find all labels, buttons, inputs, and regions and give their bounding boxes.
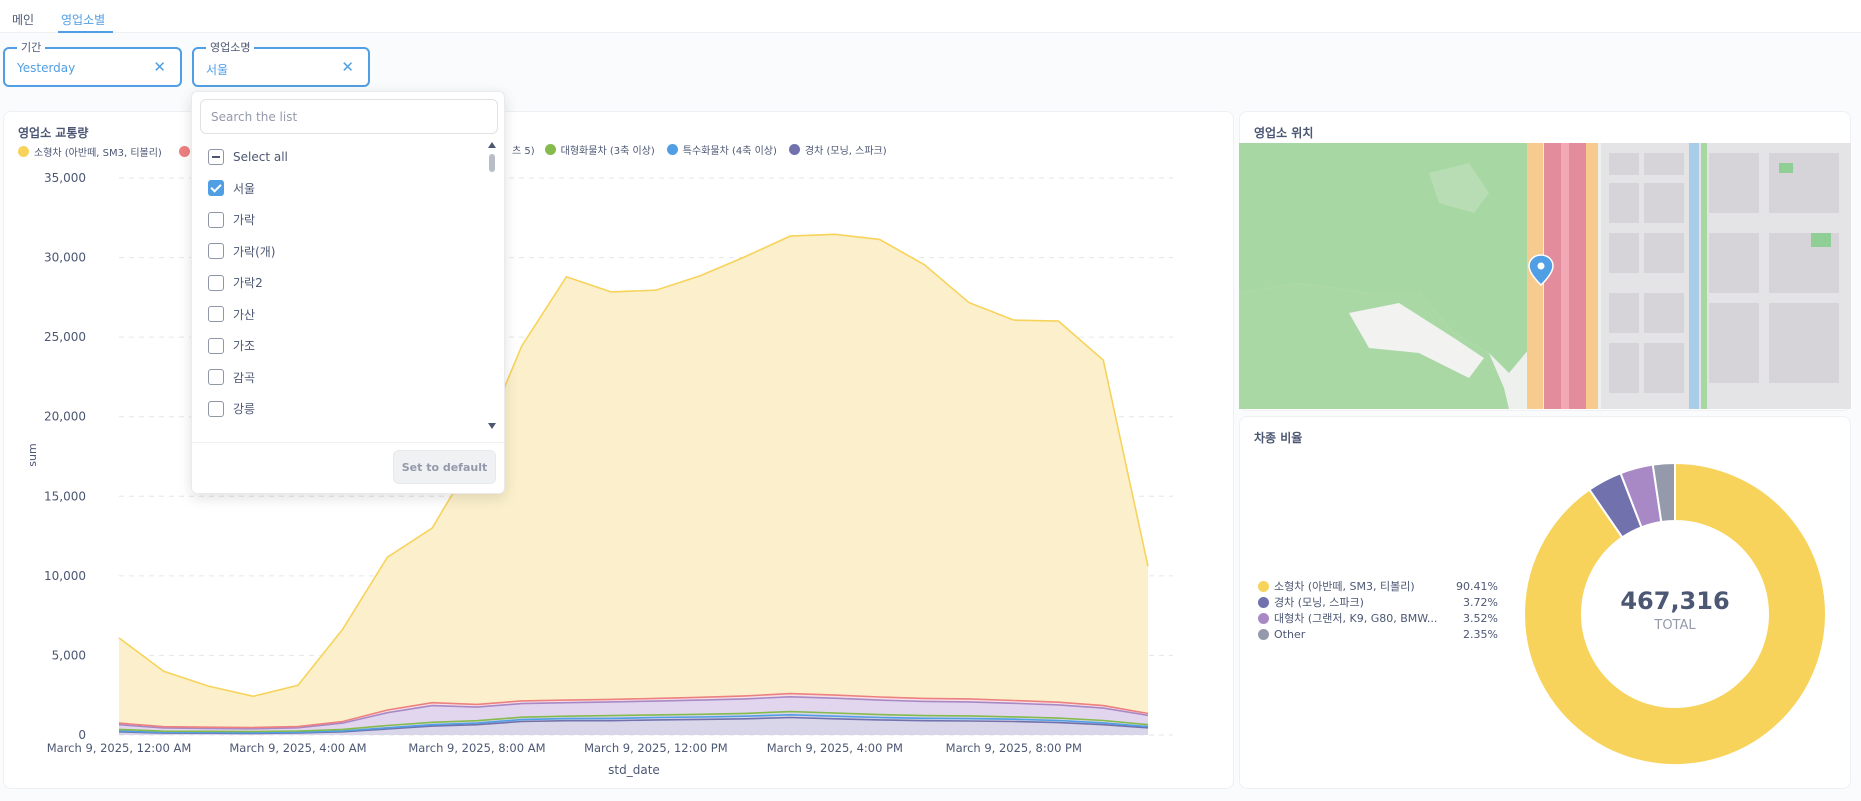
scroll-down-icon xyxy=(488,423,496,429)
search-input[interactable] xyxy=(200,99,498,134)
vehicle-ratio-title: 차종 비율 xyxy=(1254,431,1303,445)
option-item[interactable]: 가락2 xyxy=(208,273,263,293)
y-axis-label: sum xyxy=(26,443,39,466)
x-axis-label: std_date xyxy=(608,763,660,777)
pie-legend-label: Other xyxy=(1274,627,1306,641)
option-checkbox[interactable] xyxy=(208,274,224,291)
donut-total-label: TOTAL xyxy=(1653,618,1696,633)
option-label: 가락(개) xyxy=(233,244,276,259)
pie-legend-dot xyxy=(1258,596,1269,608)
option-label: 가락2 xyxy=(233,276,263,290)
y-tick-label: 15,000 xyxy=(44,489,86,503)
option-item[interactable]: 강릉 xyxy=(208,399,255,419)
map-card-title: 영업소 위치 xyxy=(1254,126,1314,140)
pie-legend-percent: 2.35% xyxy=(1463,627,1498,641)
select-all-label: Select all xyxy=(233,150,288,164)
option-label: 가산 xyxy=(233,307,256,322)
y-tick-label: 20,000 xyxy=(44,410,86,424)
pie-legend-percent: 90.41% xyxy=(1456,579,1498,593)
y-tick-label: 10,000 xyxy=(44,569,86,583)
pie-legend-label: 경차 (모닝, 스파크) xyxy=(1274,596,1364,609)
vehicle-ratio-donut: 467,316 TOTAL xyxy=(1523,461,1827,766)
scroll-thumb xyxy=(489,154,495,172)
donut-total-value: 467,316 xyxy=(1620,587,1729,615)
pie-legend-item[interactable]: Other 2.35% xyxy=(1258,626,1498,642)
set-to-default-button[interactable]: Set to default xyxy=(393,450,496,484)
option-checkbox[interactable] xyxy=(208,211,224,228)
pie-legend-item[interactable]: 대형차 (그랜저, K9, G80, BMW... 3.52% xyxy=(1258,610,1498,626)
scroll-up-icon xyxy=(488,142,496,148)
y-tick-label: 0 xyxy=(78,728,86,742)
option-label: 가조 xyxy=(233,339,256,353)
x-tick-label: March 9, 2025, 4:00 PM xyxy=(767,741,903,755)
option-item[interactable]: 가락 xyxy=(208,210,255,230)
pie-legend-label: 대형차 (그랜저, K9, G80, BMW... xyxy=(1274,612,1438,625)
x-tick-label: March 9, 2025, 8:00 AM xyxy=(408,741,545,755)
traffic-area-chart: 0 5,000 10,000 15,000 20,000 25,000 30,000 35,0… xyxy=(26,171,1173,777)
pie-legend-label: 소형차 (아반떼, SM3, 티볼리) xyxy=(1274,580,1415,593)
pie-legend-dot xyxy=(1258,628,1269,640)
option-label: 가락 xyxy=(233,213,256,227)
option-checkbox[interactable] xyxy=(208,369,224,385)
option-label: 서울 xyxy=(233,181,256,196)
option-label: 강릉 xyxy=(233,402,256,416)
option-item[interactable]: 가락(개) xyxy=(208,241,275,261)
pie-legend-item[interactable]: 소형차 (아반떼, SM3, 티볼리) 90.41% xyxy=(1258,578,1498,594)
office-dropdown: Select all 서울가락가락(개) 가락2 가산가조감곡강릉 Set to d… xyxy=(191,91,505,494)
option-checkbox[interactable] xyxy=(208,243,224,259)
pie-legend-dot xyxy=(1258,580,1269,592)
option-checkbox[interactable] xyxy=(208,180,224,196)
select-all-checkbox[interactable] xyxy=(208,149,224,165)
y-tick-label: 35,000 xyxy=(44,171,86,185)
option-label: 감곡 xyxy=(233,370,256,385)
pie-legend-item[interactable]: 경차 (모닝, 스파크) 3.72% xyxy=(1258,594,1498,610)
map-tiles xyxy=(1239,143,1851,409)
y-tick-label: 25,000 xyxy=(44,330,86,344)
pie-legend-dot xyxy=(1258,612,1269,624)
y-tick-label: 5,000 xyxy=(52,648,86,662)
pie-legend-percent: 3.52% xyxy=(1463,611,1498,625)
dropdown-divider xyxy=(192,442,504,443)
option-item[interactable]: 서울 xyxy=(208,178,255,198)
x-tick-label: March 9, 2025, 12:00 AM xyxy=(47,741,192,755)
office-location-map[interactable] xyxy=(1239,143,1851,409)
x-tick-label: March 9, 2025, 8:00 PM xyxy=(946,741,1082,755)
y-tick-label: 30,000 xyxy=(44,251,86,265)
pie-legend-percent: 3.72% xyxy=(1463,595,1498,609)
option-item[interactable]: 감곡 xyxy=(208,367,255,387)
option-checkbox[interactable] xyxy=(208,400,224,417)
option-item[interactable]: 가산 xyxy=(208,304,255,324)
select-all-option[interactable]: Select all xyxy=(208,147,288,167)
option-checkbox[interactable] xyxy=(208,337,224,354)
option-item[interactable]: 가조 xyxy=(208,336,255,356)
x-tick-label: March 9, 2025, 4:00 AM xyxy=(229,741,366,755)
option-checkbox[interactable] xyxy=(208,306,224,322)
x-tick-label: March 9, 2025, 12:00 PM xyxy=(584,741,728,755)
